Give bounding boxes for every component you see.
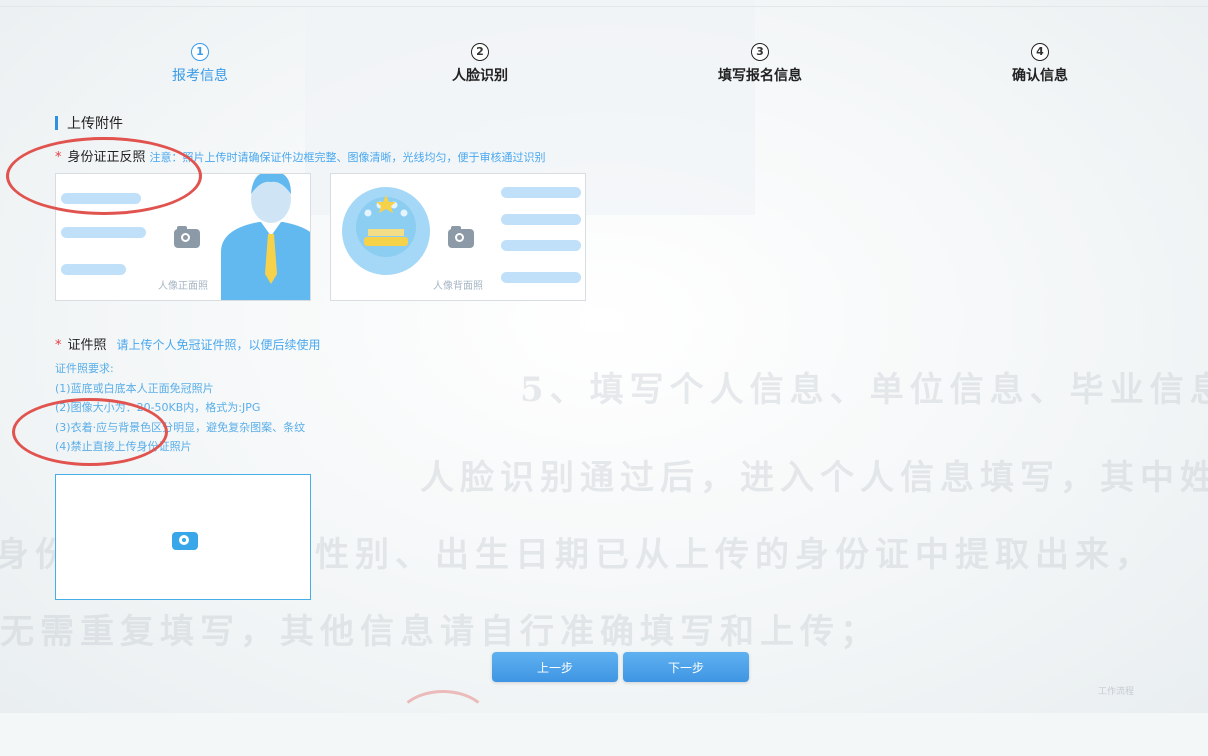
- step-3[interactable]: 3 填写报名信息: [670, 43, 850, 85]
- annotation-circle: [12, 398, 168, 466]
- placeholder-line: [501, 187, 581, 198]
- step-1-label: 报考信息: [172, 68, 228, 84]
- section-title: 上传附件: [55, 113, 123, 133]
- cert-photo-upload[interactable]: [55, 474, 311, 600]
- id-card-back-upload[interactable]: 人像背面照: [330, 173, 586, 301]
- camera-icon: [172, 532, 198, 550]
- placeholder-line: [501, 214, 581, 225]
- placeholder-line: [501, 240, 581, 251]
- requirement-item: (1)蓝底或白底本人正面免冠照片: [55, 381, 214, 395]
- step-1[interactable]: 1 报考信息: [110, 43, 290, 85]
- step-3-number: 3: [751, 43, 769, 61]
- step-2-number: 2: [471, 43, 489, 61]
- front-caption: 人像正面照: [158, 281, 208, 292]
- top-divider: [0, 6, 1208, 7]
- step-1-number: 1: [191, 43, 209, 61]
- step-3-label: 填写报名信息: [718, 68, 802, 84]
- corner-label: 工作流程: [1097, 687, 1134, 697]
- id-card-note: 注意：照片上传时请确保证件边框完整、图像清晰，光线均匀，便于审核通过识别: [149, 151, 546, 164]
- annotation-circle: [395, 690, 491, 756]
- placeholder-line: [61, 227, 146, 238]
- placeholder-line: [61, 264, 126, 275]
- annotation-circle: [6, 137, 202, 215]
- cert-photo-field-row: * 证件照 请上传个人免冠证件照，以便后续使用: [55, 334, 321, 353]
- section-title-text: 上传附件: [67, 116, 123, 132]
- next-step-button[interactable]: 下一步: [623, 652, 749, 682]
- background-text-4: 无需重复填写，其他信息请自行准确填写和上传；: [0, 612, 880, 652]
- step-4-number: 4: [1031, 43, 1049, 61]
- step-2[interactable]: 2 人脸识别: [390, 43, 570, 85]
- camera-icon: [174, 229, 200, 248]
- emblem-icon: [342, 187, 430, 275]
- prev-step-button[interactable]: 上一步: [492, 652, 618, 682]
- camera-icon: [448, 229, 474, 248]
- step-2-label: 人脸识别: [452, 68, 508, 84]
- section-bar: [55, 116, 58, 130]
- background-text-1: 5、填写个人信息、单位信息、毕业信息等: [520, 370, 1208, 410]
- step-4[interactable]: 4 确认信息: [950, 43, 1130, 85]
- requirements-title: 证件照要求:: [55, 362, 114, 375]
- cert-photo-note: 请上传个人免冠证件照，以便后续使用: [116, 338, 321, 352]
- required-mark: *: [55, 338, 62, 353]
- background-text-2: 人脸识别通过后，进入个人信息填写，其中姓名、手机号、: [420, 458, 1208, 498]
- step-4-label: 确认信息: [1012, 68, 1068, 84]
- back-caption: 人像背面照: [433, 281, 483, 292]
- cert-photo-label: 证件照: [67, 338, 107, 353]
